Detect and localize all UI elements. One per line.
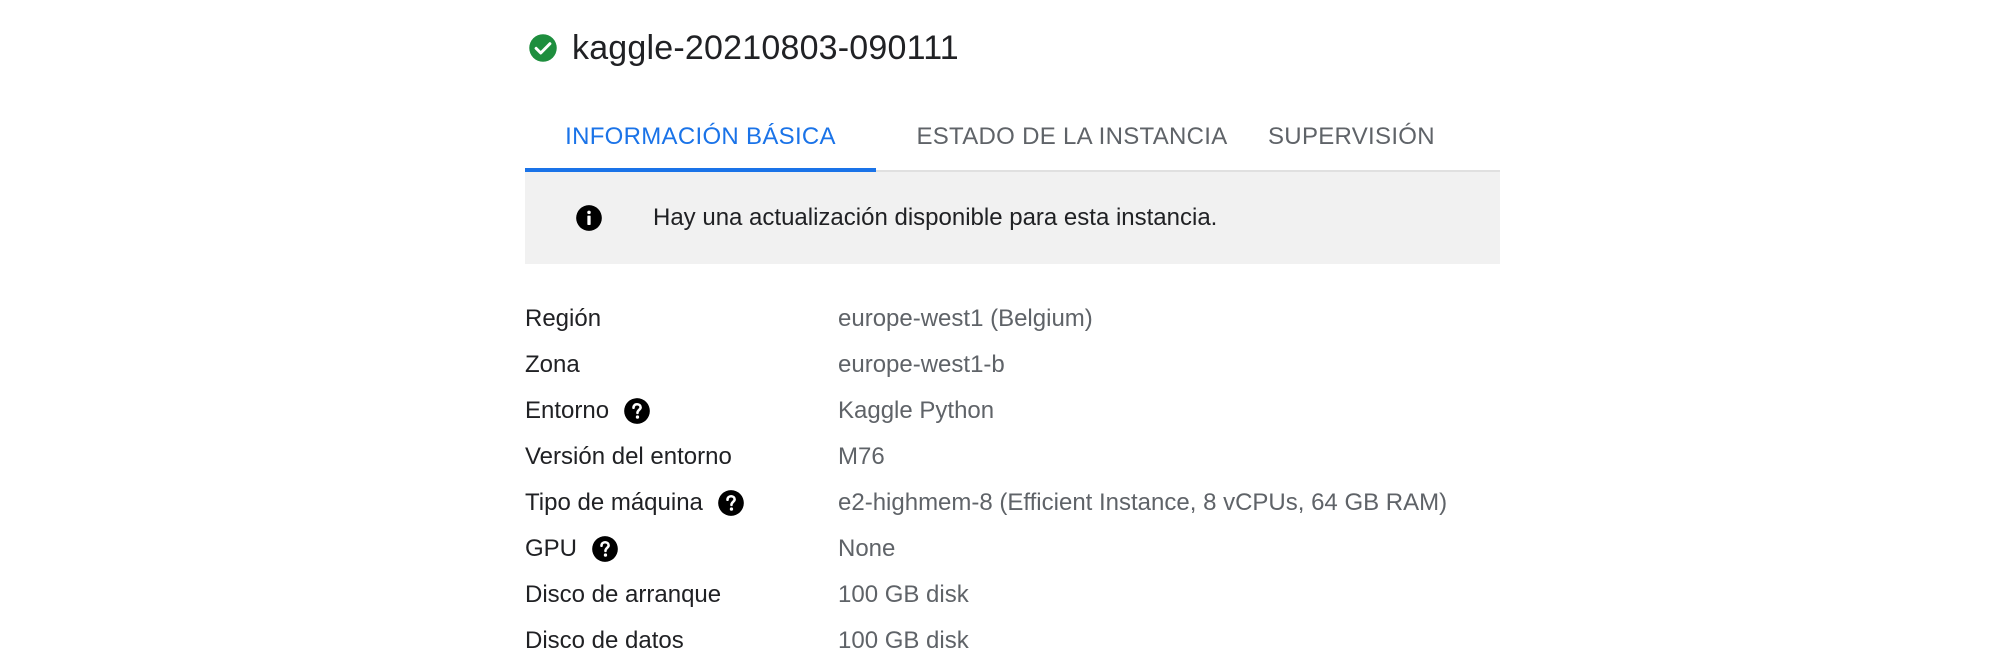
detail-value: 100 GB disk (838, 581, 969, 608)
detail-row-data-disk: Disco de datos 100 GB disk (525, 618, 1525, 664)
detail-label-text: Tipo de máquina (525, 489, 703, 516)
detail-label: Disco de datos (525, 627, 838, 655)
detail-value: None (838, 535, 896, 562)
detail-label-text: Región (525, 305, 602, 332)
help-icon[interactable] (591, 535, 619, 563)
tab-instance-status[interactable]: ESTADO DE LA INSTANCIA (876, 104, 1268, 170)
tab-basic-info[interactable]: INFORMACIÓN BÁSICA (525, 104, 876, 172)
detail-label: Disco de arranque (525, 581, 838, 609)
detail-label-text: Disco de datos (525, 627, 684, 654)
tab-basic-info-label: INFORMACIÓN BÁSICA (565, 123, 836, 150)
help-icon[interactable] (623, 397, 651, 425)
check-circle-icon (528, 33, 558, 63)
detail-value: europe-west1-b (838, 351, 1005, 378)
detail-row-machine-type: Tipo de máquina e2-highmem-8 (Efficient … (525, 480, 1525, 526)
update-banner-text: Hay una actualización disponible para es… (653, 204, 1218, 231)
detail-label-text: Zona (525, 351, 580, 378)
detail-label-text: GPU (525, 535, 578, 562)
detail-value: 100 GB disk (838, 627, 969, 654)
detail-row-environment: Entorno Kaggle Python (525, 388, 1525, 434)
update-banner: Hay una actualización disponible para es… (525, 172, 1500, 264)
tab-monitoring-label: SUPERVISIÓN (1268, 123, 1435, 150)
detail-label-text: Disco de arranque (525, 581, 722, 608)
detail-label-text: Versión del entorno (525, 443, 732, 470)
detail-label: Tipo de máquina (525, 489, 838, 517)
detail-value: M76 (838, 443, 885, 470)
tab-monitoring[interactable]: SUPERVISIÓN (1268, 104, 1500, 170)
instance-title: kaggle-20210803-090111 (572, 28, 959, 67)
detail-label: Región (525, 305, 838, 333)
info-icon (575, 204, 603, 232)
detail-label: Versión del entorno (525, 443, 838, 471)
detail-row-environment-version: Versión del entorno M76 (525, 434, 1525, 480)
instance-header: kaggle-20210803-090111 (528, 22, 959, 74)
detail-row-region: Región europe-west1 (Belgium) (525, 296, 1525, 342)
detail-value: europe-west1 (Belgium) (838, 305, 1093, 332)
instance-details-page: kaggle-20210803-090111 INFORMACIÓN BÁSIC… (0, 0, 2000, 664)
detail-label-text: Entorno (525, 397, 610, 424)
detail-value: Kaggle Python (838, 397, 995, 424)
tab-bar: INFORMACIÓN BÁSICA ESTADO DE LA INSTANCI… (525, 104, 1500, 172)
detail-label: Entorno (525, 397, 838, 425)
detail-label: Zona (525, 351, 838, 379)
detail-row-zone: Zona europe-west1-b (525, 342, 1525, 388)
detail-row-gpu: GPU None (525, 526, 1525, 572)
details-list: Región europe-west1 (Belgium) Zona europ… (525, 296, 1525, 664)
tab-instance-status-label: ESTADO DE LA INSTANCIA (916, 123, 1228, 150)
detail-label: GPU (525, 535, 838, 563)
detail-row-boot-disk: Disco de arranque 100 GB disk (525, 572, 1525, 618)
detail-value: e2-highmem-8 (Efficient Instance, 8 vCPU… (838, 489, 1448, 516)
help-icon[interactable] (717, 489, 745, 517)
